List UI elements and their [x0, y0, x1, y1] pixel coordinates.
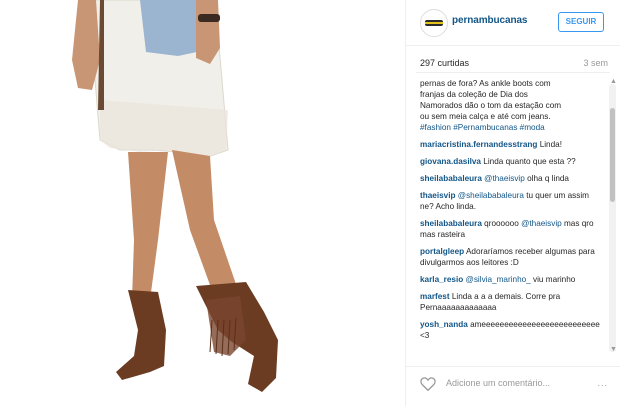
post-sidebar: pernambucanas SEGUIR 297 curtidas 3 sem … [406, 0, 620, 406]
comment-text: qroooooo [484, 219, 519, 228]
caption-line: ou sem meia calça e até com jeans. [420, 112, 551, 121]
divider [416, 72, 610, 73]
caption-line: pernas de fora? As ankle boots com [420, 79, 551, 88]
comment-item: giovana.dasilva Linda quanto que esta ?? [420, 156, 604, 167]
comment-item: karla_resio @silvia_marinho_ viu marinho [420, 274, 604, 285]
comment-text: Linda! [539, 140, 562, 149]
comment-author[interactable]: portalgleep [420, 247, 464, 256]
photo-illustration [72, 0, 278, 392]
post-time[interactable]: 3 sem [583, 58, 608, 68]
post-meta: 297 curtidas 3 sem [406, 54, 620, 70]
caption-hashtags[interactable]: #fashion #Pernambucanas #moda [420, 123, 545, 132]
scrollbar-thumb[interactable] [610, 108, 615, 202]
brand-logo-stripe [425, 22, 443, 24]
comment-item: mariacristina.fernandesstrang Linda! [420, 139, 604, 150]
comment-mention[interactable]: @thaeisvip [521, 219, 562, 228]
more-options-icon[interactable]: ... [597, 378, 608, 388]
comments-list: pernas de fora? As ankle boots com franj… [420, 78, 604, 360]
comment-author[interactable]: thaeisvip [420, 191, 456, 200]
comments-scrollbar[interactable]: ▲ ▼ [609, 78, 617, 353]
avatar[interactable] [420, 9, 448, 37]
comment-mention[interactable]: @thaeisvip [484, 174, 525, 183]
follow-button[interactable]: SEGUIR [558, 12, 604, 32]
comment-item: portalgleep Adoraríamos receber algumas … [420, 246, 604, 268]
comment-text: Linda quanto que esta ?? [483, 157, 576, 166]
comment-author[interactable]: karla_resio [420, 275, 463, 284]
comment-author[interactable]: marfest [420, 292, 450, 301]
comment-author[interactable]: mariacristina.fernandesstrang [420, 140, 537, 149]
comment-author[interactable]: yosh_nanda [420, 320, 468, 329]
comment-text: olha q linda [527, 174, 569, 183]
comment-item: thaeisvip @sheilababaleura tu quer um as… [420, 190, 604, 212]
comment-mention[interactable]: @silvia_marinho_ [466, 275, 531, 284]
heart-icon[interactable] [420, 377, 436, 391]
comment-text: viu marinho [533, 275, 576, 284]
comment-item: marfest Linda a a a demais. Corre pra Pe… [420, 291, 604, 313]
likes-count[interactable]: 297 curtidas [420, 58, 469, 68]
comment-item: sheilababaleura qroooooo @thaeisvip mas … [420, 218, 604, 240]
comment-author[interactable]: sheilababaleura [420, 219, 482, 228]
add-comment-input[interactable]: Adicione um comentário... [446, 378, 550, 388]
comment-author[interactable]: giovana.dasilva [420, 157, 481, 166]
comment-footer: Adicione um comentário... ... [406, 366, 620, 407]
comment-item: sheilababaleura @thaeisvip olha q linda [420, 173, 604, 184]
comment-author[interactable]: sheilababaleura [420, 174, 482, 183]
username-link[interactable]: pernambucanas [452, 15, 528, 26]
scroll-down-icon[interactable]: ▼ [610, 346, 617, 353]
caption-line: franjas da coleção de Dia dos [420, 90, 528, 99]
post-header: pernambucanas SEGUIR [406, 0, 620, 46]
scroll-up-icon[interactable]: ▲ [610, 78, 617, 85]
comment-mention[interactable]: @sheilababaleura [458, 191, 524, 200]
caption-line: Namorados dão o tom da estação com [420, 101, 562, 110]
comment-item: yosh_nanda ameeeeeeeeeeeeeeeeeeeeeeeeee … [420, 319, 604, 341]
post-photo [0, 0, 406, 406]
caption: pernas de fora? As ankle boots com franj… [420, 78, 604, 133]
